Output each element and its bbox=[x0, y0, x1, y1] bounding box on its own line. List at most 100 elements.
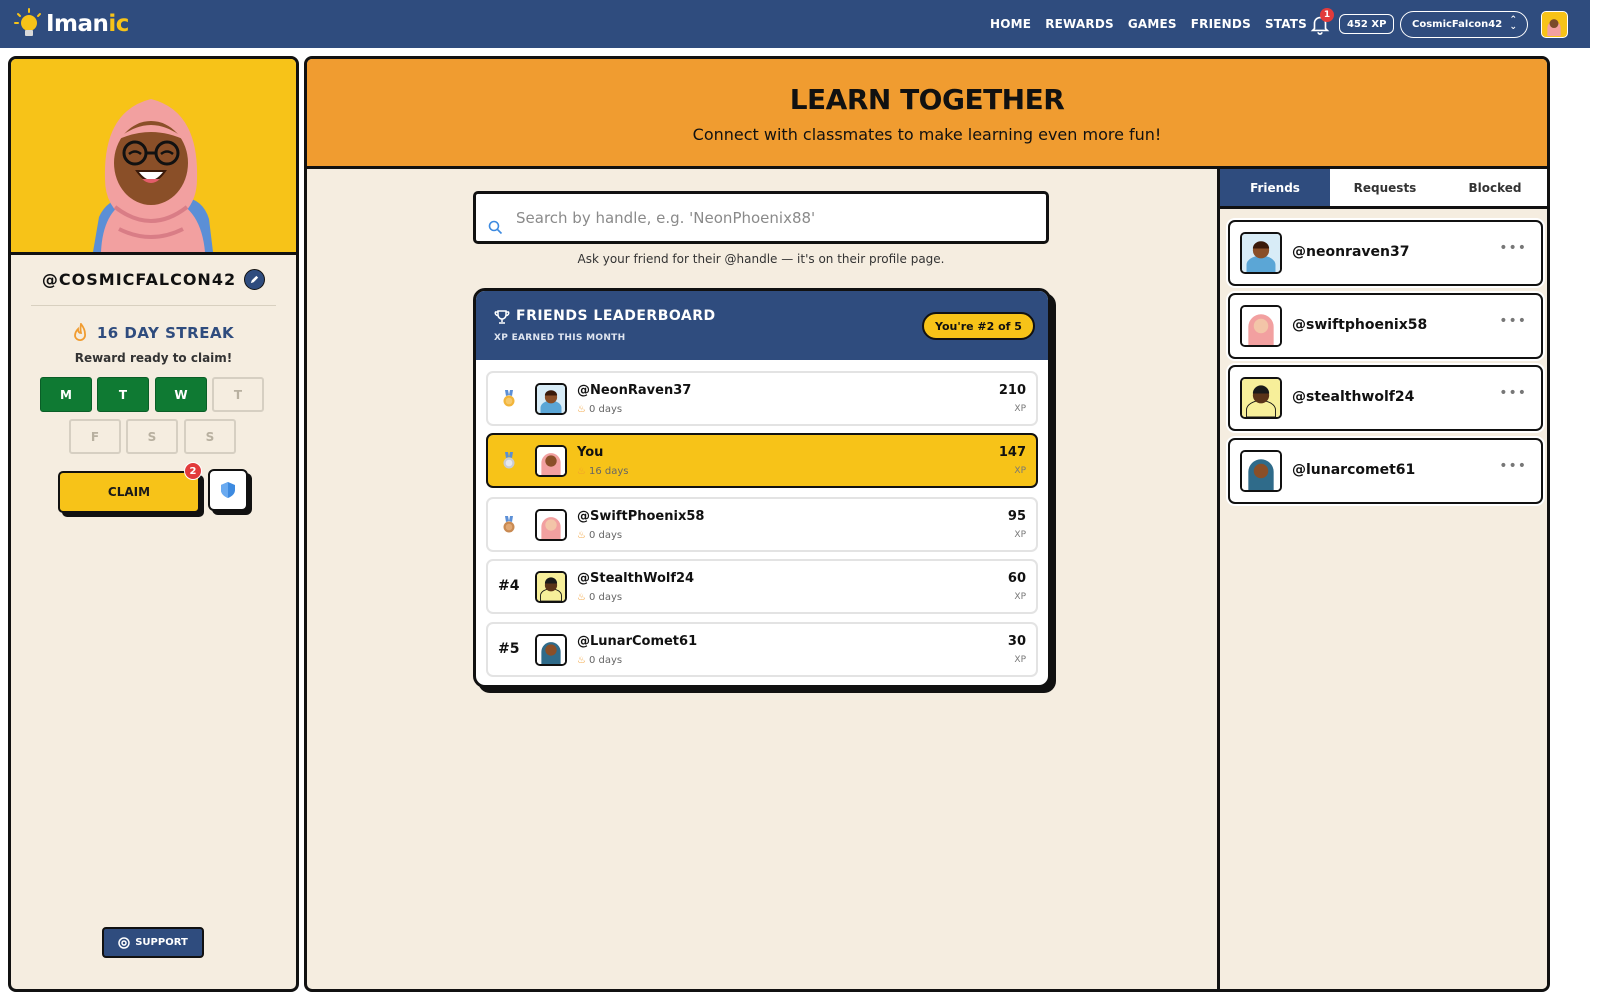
avatar bbox=[535, 383, 567, 415]
streak-day-fri: F bbox=[69, 419, 121, 454]
search-input[interactable] bbox=[516, 204, 1036, 232]
bronze-medal-icon bbox=[503, 516, 515, 533]
flame-icon bbox=[73, 323, 86, 341]
avatar bbox=[535, 445, 567, 477]
streak-day-wed: W bbox=[155, 377, 207, 412]
silver-medal-icon bbox=[503, 452, 515, 469]
nav-stats[interactable]: STATS bbox=[1265, 17, 1307, 31]
friend-card[interactable]: @swiftphoenix58 ••• bbox=[1228, 293, 1543, 359]
friend-handle: @stealthwolf24 bbox=[1292, 389, 1415, 405]
xp-unit: XP bbox=[1014, 404, 1026, 414]
tab-blocked[interactable]: Blocked bbox=[1440, 169, 1547, 206]
profile-avatar-illustration bbox=[93, 99, 213, 252]
leaderboard-row[interactable]: #5 @LunarComet61 ♨ 0 days 30 XP bbox=[486, 622, 1038, 677]
claim-button[interactable]: CLAIM bbox=[58, 471, 200, 513]
leaderboard-row[interactable]: #4 @StealthWolf24 ♨ 0 days 60 XP bbox=[486, 559, 1038, 614]
edit-profile-button[interactable] bbox=[244, 269, 266, 290]
flame-icon: ♨ bbox=[577, 530, 586, 541]
more-options-icon[interactable]: ••• bbox=[1499, 313, 1527, 329]
leaderboard-position: #4 bbox=[498, 578, 520, 594]
notification-badge: 1 bbox=[1320, 8, 1334, 22]
tab-requests[interactable]: Requests bbox=[1330, 169, 1440, 206]
nav-games[interactable]: GAMES bbox=[1128, 17, 1177, 31]
leaderboard-name: @StealthWolf24 bbox=[577, 571, 695, 586]
logo-text: Imanic bbox=[46, 11, 129, 37]
streak-day-tue: T bbox=[97, 377, 149, 412]
nav-rewards[interactable]: REWARDS bbox=[1045, 17, 1114, 31]
divider bbox=[31, 305, 276, 306]
profile-panel: @COSMICFALCON42 16 DAY STREAK Reward rea… bbox=[8, 56, 299, 992]
friend-card[interactable]: @neonraven37 ••• bbox=[1228, 220, 1543, 286]
main-nav: HOME REWARDS GAMES FRIENDS STATS bbox=[990, 0, 1307, 48]
leaderboard-xp: 147 bbox=[998, 445, 1026, 460]
search-icon bbox=[488, 220, 503, 235]
chevron-updown-icon: ⌃ ⌄ bbox=[1509, 15, 1517, 32]
leaderboard-streak: ♨ 0 days bbox=[577, 404, 623, 415]
streak-day-mon: M bbox=[40, 377, 92, 412]
top-navigation-bar: Imanic HOME REWARDS GAMES FRIENDS STATS … bbox=[0, 0, 1590, 48]
leaderboard-name: @NeonRaven37 bbox=[577, 383, 692, 398]
leaderboard-streak: ♨ 0 days bbox=[577, 530, 623, 541]
avatar bbox=[1240, 305, 1282, 347]
shield-icon bbox=[221, 482, 235, 498]
leaderboard-row-current-user[interactable]: You ♨ 16 days 147 XP bbox=[486, 433, 1038, 488]
lifebuoy-icon bbox=[118, 936, 130, 949]
flame-icon: ♨ bbox=[577, 466, 586, 477]
leaderboard-row[interactable]: @NeonRaven37 ♨ 0 days 210 XP bbox=[486, 371, 1038, 426]
friends-sidebar: Friends Requests Blocked @neonraven37 ••… bbox=[1217, 169, 1547, 989]
streak-day-sat: S bbox=[126, 419, 178, 454]
friend-card[interactable]: @lunarcomet61 ••• bbox=[1228, 438, 1543, 504]
leaderboard-row[interactable]: @SwiftPhoenix58 ♨ 0 days 95 XP bbox=[486, 497, 1038, 552]
profile-avatar-hero bbox=[11, 59, 296, 255]
streak-count: 16 DAY STREAK bbox=[96, 324, 235, 342]
nav-friends[interactable]: FRIENDS bbox=[1191, 17, 1251, 31]
streak-day-thu: T bbox=[212, 377, 264, 412]
support-label: SUPPORT bbox=[135, 937, 188, 948]
lightbulb-icon bbox=[14, 8, 41, 36]
avatar bbox=[1240, 450, 1282, 492]
nav-home[interactable]: HOME bbox=[990, 17, 1031, 31]
avatar bbox=[535, 509, 567, 541]
claim-badge: 2 bbox=[184, 462, 202, 480]
avatar bbox=[535, 634, 567, 666]
friends-tabs: Friends Requests Blocked bbox=[1220, 169, 1547, 209]
leaderboard-streak: ♨ 16 days bbox=[577, 466, 629, 477]
flame-icon: ♨ bbox=[577, 655, 586, 666]
tab-friends[interactable]: Friends bbox=[1220, 169, 1330, 206]
friend-card[interactable]: @stealthwolf24 ••• bbox=[1228, 365, 1543, 431]
user-rank-badge: You're #2 of 5 bbox=[922, 312, 1035, 340]
xp-unit: XP bbox=[1014, 530, 1026, 540]
leaderboard-streak: ♨ 0 days bbox=[577, 592, 623, 603]
avatar bbox=[1240, 377, 1282, 419]
friend-handle: @swiftphoenix58 bbox=[1292, 317, 1428, 333]
leaderboard-subtitle: XP EARNED THIS MONTH bbox=[494, 333, 626, 343]
more-options-icon[interactable]: ••• bbox=[1499, 240, 1527, 256]
streak-display: 16 DAY STREAK bbox=[11, 323, 296, 343]
leaderboard-streak: ♨ 0 days bbox=[577, 655, 623, 666]
more-options-icon[interactable]: ••• bbox=[1499, 385, 1527, 401]
friends-leaderboard: FRIENDS LEADERBOARD XP EARNED THIS MONTH… bbox=[473, 288, 1051, 688]
avatar bbox=[535, 571, 567, 603]
user-selector[interactable]: CosmicFalcon42 ⌃ ⌄ bbox=[1400, 11, 1528, 38]
imanic-logo[interactable]: Imanic bbox=[14, 6, 129, 42]
leaderboard-xp: 210 bbox=[998, 383, 1026, 398]
avatar bbox=[1240, 232, 1282, 274]
profile-handle-row: @COSMICFALCON42 bbox=[11, 269, 296, 290]
flame-icon: ♨ bbox=[577, 592, 586, 603]
leaderboard-header: FRIENDS LEADERBOARD XP EARNED THIS MONTH… bbox=[476, 291, 1048, 360]
leaderboard-name: @SwiftPhoenix58 bbox=[577, 509, 705, 524]
leaderboard-name: @LunarComet61 bbox=[577, 634, 698, 649]
xp-unit: XP bbox=[1014, 655, 1026, 665]
avatar[interactable] bbox=[1541, 11, 1568, 38]
more-options-icon[interactable]: ••• bbox=[1499, 458, 1527, 474]
leaderboard-xp: 60 bbox=[1007, 571, 1026, 586]
leaderboard-xp: 95 bbox=[1007, 509, 1026, 524]
support-button[interactable]: SUPPORT bbox=[102, 927, 204, 958]
streak-shield-button[interactable] bbox=[208, 469, 248, 511]
reward-status: Reward ready to claim! bbox=[74, 351, 233, 365]
search-help-text: Ask your friend for their @handle — it's… bbox=[577, 252, 945, 266]
streak-day-sun: S bbox=[184, 419, 236, 454]
leaderboard-name: You bbox=[577, 445, 604, 460]
leaderboard-title: FRIENDS LEADERBOARD bbox=[516, 308, 716, 324]
pencil-icon bbox=[250, 275, 259, 284]
